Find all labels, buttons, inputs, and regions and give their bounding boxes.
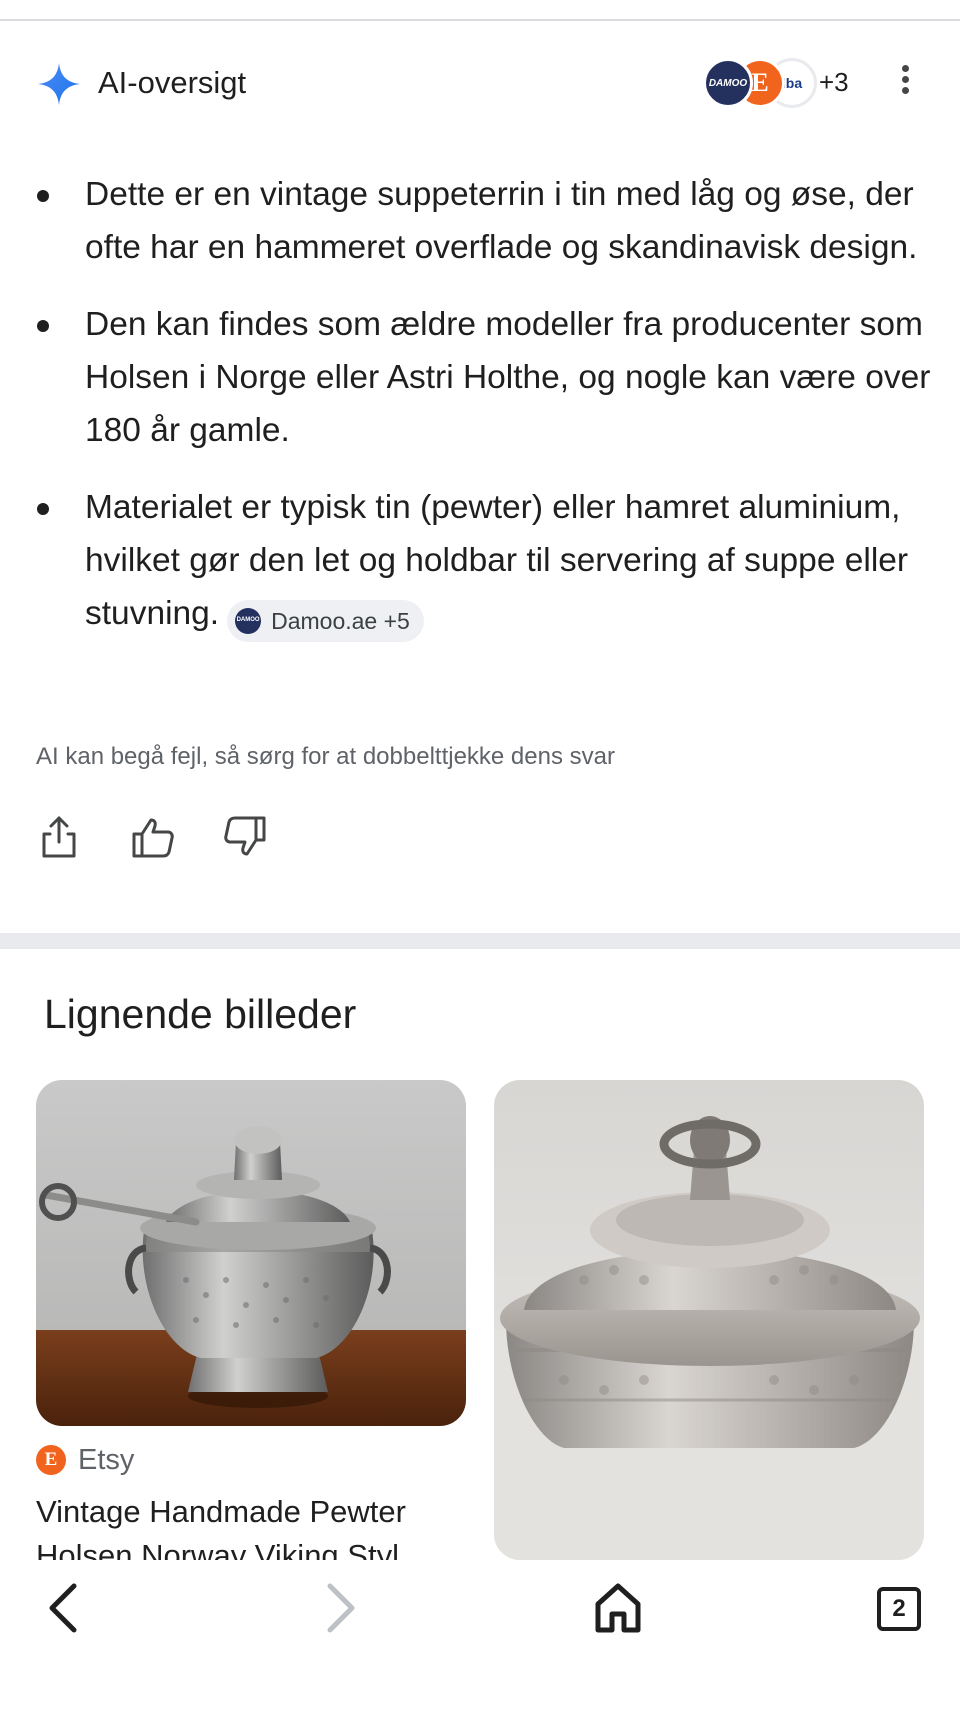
bullet-dot	[37, 503, 49, 515]
similar-images-title: Lignende billeder	[44, 991, 357, 1037]
similar-image-card[interactable]	[494, 1080, 924, 1560]
bullet-text: Den kan findes som ældre modeller fra pr…	[85, 306, 931, 449]
tabs-count: 2	[877, 1587, 921, 1631]
source-chips[interactable]: DAMOO E Iba +3	[703, 58, 853, 108]
back-arrow-icon[interactable]	[34, 1578, 94, 1638]
bullet-item: Dette er en vintage suppeterrin i tin me…	[0, 168, 960, 274]
home-icon[interactable]	[588, 1578, 648, 1638]
card-source: E Etsy	[36, 1442, 466, 1478]
similar-image-card[interactable]: E Etsy Vintage Handmade Pewter Holsen No…	[36, 1080, 466, 1578]
citation-chip[interactable]: DAMOO Damoo.ae +5	[227, 599, 424, 642]
thumbs-up-icon[interactable]	[128, 812, 178, 862]
bullet-item: Den kan findes som ældre modeller fra pr…	[0, 298, 960, 457]
tabs-switcher-button[interactable]: 2	[868, 1578, 928, 1638]
share-icon[interactable]	[34, 812, 84, 862]
tureen-thumbnail-with-ladle[interactable]	[36, 1080, 466, 1426]
bullet-item: Materialet er typisk tin (pewter) eller …	[0, 481, 960, 642]
feedback-bar	[0, 812, 960, 872]
damoo-citation-icon: DAMOO	[235, 607, 262, 634]
hammered-dish-thumbnail[interactable]	[494, 1080, 924, 1560]
bullet-dot	[37, 320, 49, 332]
section-separator	[0, 933, 960, 949]
thumbs-down-icon[interactable]	[220, 812, 270, 862]
source-name: Etsy	[78, 1443, 135, 1476]
etsy-icon: E	[36, 1445, 66, 1475]
citation-label: Damoo.ae +5	[271, 607, 410, 634]
forward-arrow-icon[interactable]	[310, 1578, 370, 1638]
top-divider	[0, 19, 960, 21]
more-sources-count[interactable]: +3	[819, 67, 849, 98]
bullet-dot	[37, 190, 49, 202]
bullet-text: Materialet er typisk tin (pewter) eller …	[85, 489, 909, 632]
ai-disclaimer: AI kan begå fejl, så sørg for at dobbelt…	[36, 743, 615, 770]
damoo-source-icon[interactable]: DAMOO	[703, 58, 753, 108]
bullet-text: Dette er en vintage suppeterrin i tin me…	[85, 176, 918, 266]
ai-overview-bullets: Dette er en vintage suppeterrin i tin me…	[0, 168, 960, 666]
ai-overview-header: AI-oversigt DAMOO E Iba +3	[0, 55, 960, 111]
ai-overview-title: AI-oversigt	[98, 65, 247, 100]
sparkle-icon	[38, 63, 80, 105]
browser-bottom-nav: 2	[0, 1560, 960, 1735]
more-vert-icon[interactable]	[890, 65, 920, 101]
